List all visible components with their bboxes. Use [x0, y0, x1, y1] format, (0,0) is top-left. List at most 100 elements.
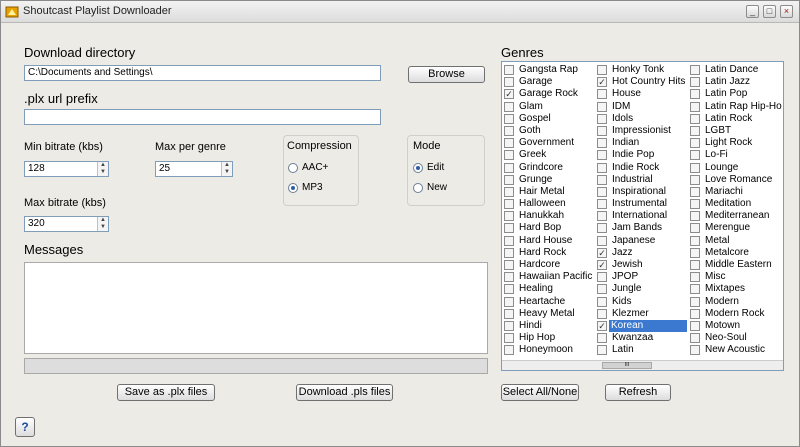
- genre-item[interactable]: Latin Jazz: [688, 76, 782, 88]
- genre-checkbox[interactable]: [597, 333, 607, 344]
- genre-checkbox[interactable]: [690, 260, 700, 270]
- genre-checkbox[interactable]: [690, 247, 700, 258]
- genre-checkbox[interactable]: [597, 101, 607, 112]
- genre-item[interactable]: Heavy Metal: [502, 308, 596, 320]
- genre-item[interactable]: Hanukkah: [502, 210, 596, 222]
- genres-checklist[interactable]: Gangsta Rap Garage ✓ Garage Rock Glam Gospel G…: [501, 61, 784, 371]
- genre-checkbox[interactable]: [597, 186, 607, 197]
- genre-item[interactable]: Lounge: [688, 162, 782, 174]
- genre-item[interactable]: Honeymoon: [502, 344, 596, 356]
- genre-item[interactable]: Halloween: [502, 198, 596, 210]
- genre-checkbox[interactable]: [690, 235, 700, 246]
- genre-item[interactable]: Indie Pop: [595, 149, 689, 161]
- genre-checkbox[interactable]: [690, 150, 700, 161]
- genre-checkbox[interactable]: [504, 211, 514, 222]
- genre-checkbox[interactable]: [597, 223, 607, 234]
- genre-item[interactable]: Goth: [502, 125, 596, 137]
- genre-item[interactable]: Latin Rock: [688, 113, 782, 125]
- genre-checkbox[interactable]: [690, 162, 700, 173]
- genre-item[interactable]: International: [595, 210, 689, 222]
- genre-checkbox[interactable]: [597, 174, 607, 185]
- genre-checkbox[interactable]: [690, 320, 700, 331]
- genre-item[interactable]: Hindi: [502, 320, 596, 332]
- genre-checkbox[interactable]: [690, 199, 700, 210]
- messages-textarea[interactable]: [24, 262, 488, 354]
- genre-item[interactable]: Healing: [502, 283, 596, 295]
- spin-up-icon[interactable]: ▲: [222, 162, 232, 169]
- genre-checkbox[interactable]: [597, 199, 607, 210]
- genre-checkbox[interactable]: [597, 150, 607, 161]
- genre-item[interactable]: Indian: [595, 137, 689, 149]
- genre-item[interactable]: Instrumental: [595, 198, 689, 210]
- genre-checkbox[interactable]: [504, 320, 514, 331]
- download-pls-button[interactable]: Download .pls files: [296, 384, 393, 401]
- plx-prefix-input[interactable]: [24, 109, 381, 125]
- genre-item[interactable]: IDM: [595, 101, 689, 113]
- genre-item[interactable]: Hard Bop: [502, 222, 596, 234]
- genre-item[interactable]: Metal: [688, 235, 782, 247]
- select-all-none-button[interactable]: Select All/None: [501, 384, 579, 401]
- genre-checkbox[interactable]: [597, 125, 607, 136]
- genre-checkbox[interactable]: [690, 345, 700, 356]
- genre-item[interactable]: Gospel: [502, 113, 596, 125]
- genre-item[interactable]: Hardcore: [502, 259, 596, 271]
- spin-down-icon[interactable]: ▼: [222, 169, 232, 176]
- genre-checkbox[interactable]: [690, 308, 700, 319]
- genre-checkbox[interactable]: [690, 272, 700, 283]
- genre-checkbox[interactable]: [504, 235, 514, 246]
- genre-checkbox[interactable]: [690, 284, 700, 295]
- genre-item[interactable]: Grunge: [502, 174, 596, 186]
- genre-item[interactable]: Glam: [502, 101, 596, 113]
- spin-down-icon[interactable]: ▼: [98, 169, 108, 176]
- compression-mp3-radio[interactable]: [288, 183, 298, 193]
- genre-checkbox[interactable]: [690, 113, 700, 124]
- genre-item[interactable]: Kwanzaa: [595, 332, 689, 344]
- genre-checkbox[interactable]: [690, 174, 700, 185]
- genre-item[interactable]: Japanese: [595, 235, 689, 247]
- spin-down-icon[interactable]: ▼: [98, 224, 108, 231]
- genre-item[interactable]: Honky Tonk: [595, 64, 689, 76]
- genre-item[interactable]: Impressionist: [595, 125, 689, 137]
- genre-item[interactable]: Heartache: [502, 296, 596, 308]
- genre-item[interactable]: Idols: [595, 113, 689, 125]
- genre-item[interactable]: Neo-Soul: [688, 332, 782, 344]
- genre-item[interactable]: Industrial: [595, 174, 689, 186]
- genre-checkbox[interactable]: ✓: [597, 77, 607, 88]
- genre-item[interactable]: Hip Hop: [502, 332, 596, 344]
- genre-checkbox[interactable]: [597, 113, 607, 124]
- genre-checkbox[interactable]: [690, 125, 700, 136]
- genre-item[interactable]: Merengue: [688, 222, 782, 234]
- genre-checkbox[interactable]: ✓: [597, 247, 607, 258]
- genre-item[interactable]: Inspirational: [595, 186, 689, 198]
- genre-checkbox[interactable]: [597, 65, 607, 75]
- mode-new-radio[interactable]: [413, 183, 423, 193]
- genre-checkbox[interactable]: [597, 89, 607, 100]
- genre-checkbox[interactable]: [690, 77, 700, 88]
- genre-checkbox[interactable]: [597, 138, 607, 149]
- genre-checkbox[interactable]: [690, 333, 700, 344]
- genre-item[interactable]: Hair Metal: [502, 186, 596, 198]
- genre-item[interactable]: Indie Rock: [595, 162, 689, 174]
- download-directory-input[interactable]: C:\Documents and Settings\: [24, 65, 381, 81]
- maximize-button[interactable]: □: [763, 5, 776, 18]
- genre-checkbox[interactable]: [597, 211, 607, 222]
- genre-item[interactable]: Misc: [688, 271, 782, 283]
- genre-item[interactable]: Hard Rock: [502, 247, 596, 259]
- title-bar[interactable]: Shoutcast Playlist Downloader _ □ ×: [1, 1, 799, 23]
- genre-checkbox[interactable]: [690, 223, 700, 234]
- genre-checkbox[interactable]: [597, 235, 607, 246]
- genre-item[interactable]: Light Rock: [688, 137, 782, 149]
- genre-checkbox[interactable]: [504, 174, 514, 185]
- genre-item[interactable]: Mariachi: [688, 186, 782, 198]
- genre-checkbox[interactable]: [504, 186, 514, 197]
- genre-checkbox[interactable]: [504, 77, 514, 88]
- genre-checkbox[interactable]: [690, 101, 700, 112]
- genre-item[interactable]: Love Romance: [688, 174, 782, 186]
- close-button[interactable]: ×: [780, 5, 793, 18]
- genre-item[interactable]: Jungle: [595, 283, 689, 295]
- genre-checkbox[interactable]: [504, 296, 514, 307]
- genre-item[interactable]: Gangsta Rap: [502, 64, 596, 76]
- genre-checkbox[interactable]: [597, 345, 607, 356]
- genre-checkbox[interactable]: [597, 162, 607, 173]
- genre-item[interactable]: Greek: [502, 149, 596, 161]
